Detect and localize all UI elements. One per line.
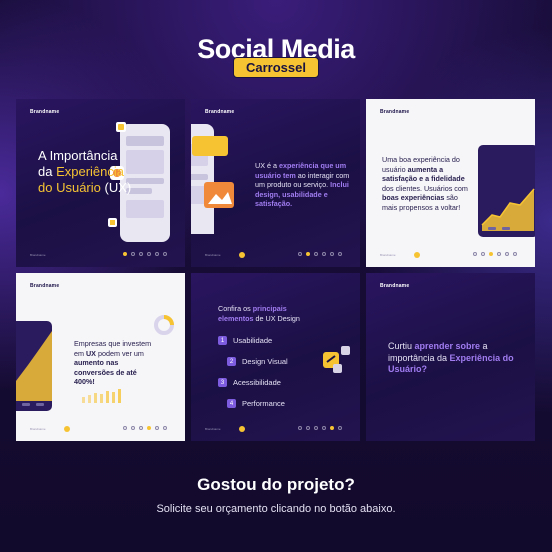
slide-6-text: Curtiu aprender sobre a importância da E… <box>388 341 514 374</box>
footer-button-icon <box>64 426 70 432</box>
slide-2[interactable]: Brandname UX é a experiência que um usuá… <box>191 99 360 267</box>
pagination-dots <box>298 426 342 430</box>
slide-2-text: UX é a experiência que um usuário tem ao… <box>255 161 350 209</box>
slide-1-heading: A Importância da Experiência do Usuário … <box>38 148 132 195</box>
slide-5[interactable]: Confira os principais elementos de UX De… <box>191 273 360 441</box>
footer-button-icon <box>239 252 245 258</box>
tools-icon <box>323 346 350 373</box>
card-image-icon <box>191 124 234 234</box>
slide-3-text: Uma boa experiência do usuário aumenta a… <box>382 155 468 212</box>
footer-button-icon <box>414 252 420 258</box>
brand-logo: Brandname <box>380 283 410 289</box>
footer-brand: Brandname <box>30 427 46 431</box>
slide-4[interactable]: Brandname Empresas que investem em UX po… <box>16 273 185 441</box>
slide-1[interactable]: Brandname A Importância da Experiência d… <box>16 99 185 267</box>
pagination-dots <box>123 426 167 430</box>
pagination-dots <box>473 252 517 256</box>
list-item: 1 Usabilidade <box>218 336 272 345</box>
footer-brand: Brandname <box>205 427 221 431</box>
list-item: 3 Acessibilidade <box>218 378 281 387</box>
donut-icon <box>154 315 174 335</box>
carrossel-badge: Carrossel <box>233 57 319 78</box>
list-item: 4 Performance <box>227 399 285 408</box>
bars-icon <box>82 389 121 403</box>
cta-subtitle: Solicite seu orçamento clicando no botão… <box>156 503 396 515</box>
footer-brand: Brandname <box>205 253 221 257</box>
footer-brand: Brandname <box>30 253 46 257</box>
footer-button-icon <box>239 426 245 432</box>
pagination-dots <box>298 252 342 256</box>
slide-5-heading: Confira os principais elementos de UX De… <box>218 304 300 323</box>
brand-logo: Brandname <box>30 109 60 115</box>
brand-logo: Brandname <box>30 283 60 289</box>
cta-title: Gostou do projeto? <box>197 475 355 494</box>
brand-logo: Brandname <box>380 109 410 115</box>
slide-3[interactable]: Brandname Uma boa experiência do usuário… <box>366 99 535 267</box>
growth-chart-icon <box>478 145 535 237</box>
growth-chart-icon <box>16 321 52 411</box>
footer-brand: Brandname <box>380 253 396 257</box>
pagination-dots <box>123 252 167 256</box>
slide-6[interactable]: Brandname Curtiu aprender sobre a import… <box>366 273 535 441</box>
list-item: 2 Design Visual <box>227 357 288 366</box>
slide-4-text: Empresas que investem em UX podem ver um… <box>74 339 152 387</box>
